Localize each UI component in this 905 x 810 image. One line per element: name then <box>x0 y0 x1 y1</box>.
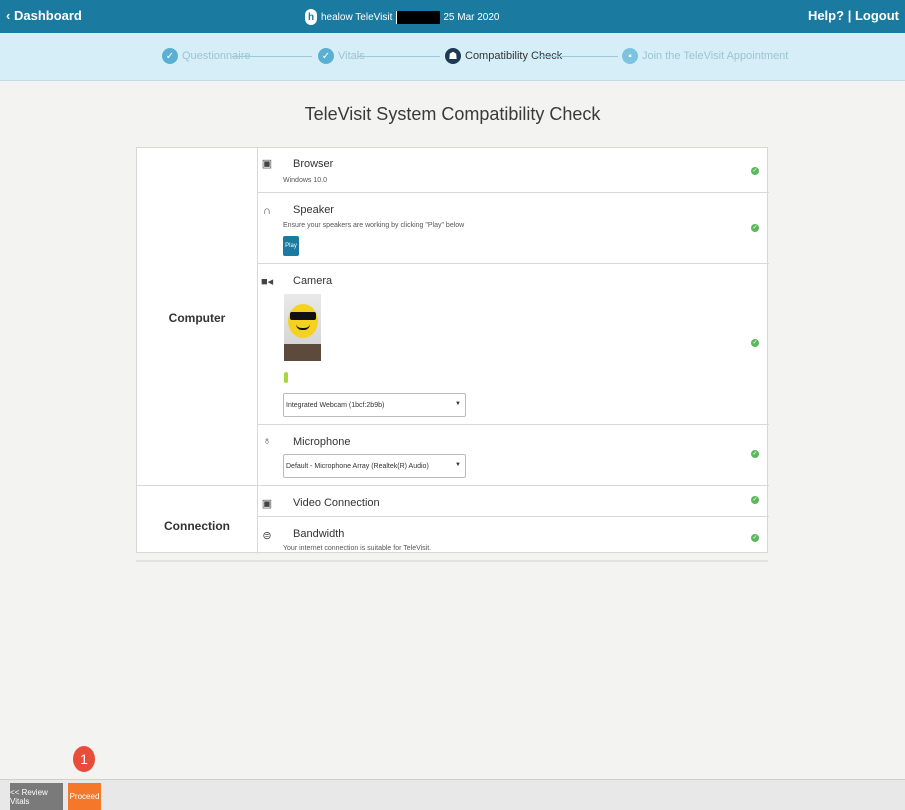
check-circle-icon: ✓ <box>162 48 178 64</box>
sunglasses-image <box>290 312 316 320</box>
back-label: Dashboard <box>13 8 82 23</box>
row-divider <box>257 516 769 517</box>
bandwidth-icon: ⊜ <box>262 530 272 542</box>
section-divider <box>137 485 769 486</box>
users-icon: ☗ <box>445 48 461 64</box>
speaker-check-icon: ✓ <box>751 224 759 232</box>
camera-check-icon: ✓ <box>751 339 759 347</box>
top-bar: ‹ Dashboard h healow TeleVisit 25 Mar 20… <box>0 0 905 33</box>
compatibility-panel: Computer Connection ▣ Browser Windows 10… <box>136 147 769 554</box>
bottom-bar: << Review Vitals Proceed <box>0 779 905 810</box>
column-divider <box>257 148 258 554</box>
section-connection-label: Connection <box>164 519 230 533</box>
caret-down-icon: ▼ <box>455 462 461 468</box>
separator: | <box>847 8 852 23</box>
camera-select-value: Integrated Webcam (1bcf:2b9b) <box>286 401 385 409</box>
microphone-title: Microphone <box>293 436 351 448</box>
step-label: Join the TeleVisit Appointment <box>642 50 789 62</box>
microphone-check-icon: ✓ <box>751 450 759 458</box>
video-connection-check-icon: ✓ <box>751 496 759 504</box>
video-camera-icon: ■◂ <box>261 276 274 288</box>
smiley-face-image <box>288 304 318 338</box>
back-to-dashboard-link[interactable]: ‹ Dashboard <box>6 8 82 23</box>
speaker-hint: Ensure your speakers are working by clic… <box>283 222 465 229</box>
microphone-select-value: Default - Microphone Array (Realtek(R) A… <box>286 462 429 470</box>
bandwidth-status: Your internet connection is suitable for… <box>283 545 432 552</box>
review-vitals-button[interactable]: << Review Vitals <box>10 783 63 810</box>
bandwidth-title: Bandwidth <box>293 528 345 540</box>
section-computer-label: Computer <box>168 311 226 325</box>
step-connector <box>535 56 618 57</box>
row-divider <box>257 192 769 193</box>
chat-icon: ▪ <box>622 48 638 64</box>
panel-footer-line <box>136 560 768 562</box>
progress-stepper: ✓ Questionnaire ✓ Vitals ☗ Compatibility… <box>0 33 905 81</box>
healow-logo-icon: h <box>305 9 317 25</box>
step-connector <box>232 56 312 57</box>
browser-icon: ▣ <box>261 158 273 170</box>
brand-name: healow TeleVisit <box>321 11 393 23</box>
camera-title: Camera <box>293 275 333 287</box>
microphone-icon: ♁ <box>262 435 272 447</box>
browser-check-icon: ✓ <box>751 167 759 175</box>
headphones-icon: ∩ <box>263 205 271 217</box>
browser-title: Browser <box>293 158 334 170</box>
step-join-appointment: ▪ Join the TeleVisit Appointment <box>622 48 788 64</box>
bandwidth-check-icon: ✓ <box>751 534 759 542</box>
proceed-button[interactable]: Proceed <box>68 783 101 810</box>
redacted-patient-name <box>396 10 441 24</box>
microphone-select[interactable]: Default - Microphone Array (Realtek(R) A… <box>283 454 466 478</box>
visit-date: 25 Mar 2020 <box>443 11 500 23</box>
brand: h healow TeleVisit 25 Mar 2020 <box>305 7 500 27</box>
check-circle-icon: ✓ <box>318 48 334 64</box>
video-connection-title: Video Connection <box>293 497 380 509</box>
camera-preview <box>284 294 321 361</box>
caret-down-icon: ▼ <box>455 401 461 407</box>
audio-level-indicator <box>284 372 288 383</box>
logout-link[interactable]: Logout <box>855 8 899 23</box>
camera-select[interactable]: Integrated Webcam (1bcf:2b9b) ▼ <box>283 393 466 417</box>
play-button[interactable]: Play <box>283 236 299 256</box>
help-link[interactable]: Help? <box>808 8 844 23</box>
row-divider <box>257 263 769 264</box>
preview-desk <box>284 344 321 361</box>
browser-os: Windows 10.0 <box>283 177 327 184</box>
speaker-title: Speaker <box>293 204 334 216</box>
chevron-left-icon: ‹ <box>6 8 11 23</box>
page-title: TeleVisit System Compatibility Check <box>304 104 601 124</box>
step-connector <box>357 56 440 57</box>
video-connection-icon: ▣ <box>261 498 273 510</box>
row-divider <box>257 424 769 425</box>
header-links: Help? | Logout <box>808 8 899 23</box>
step-number-badge: 1 <box>73 746 95 772</box>
